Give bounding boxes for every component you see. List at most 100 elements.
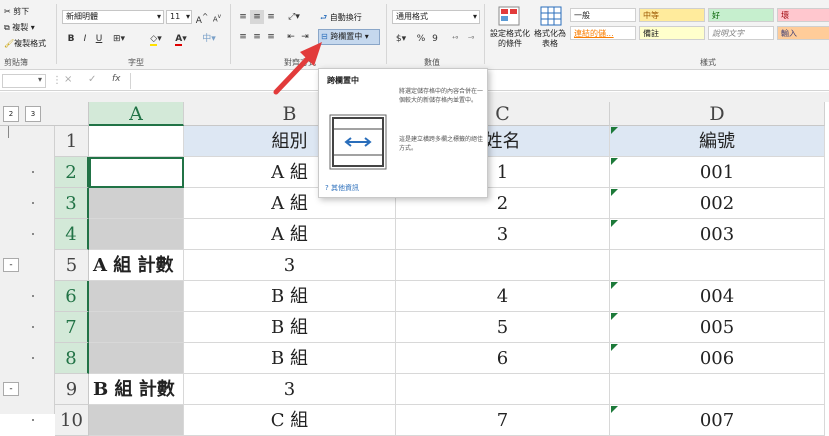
row-header[interactable]: 2 (55, 157, 89, 188)
number-format-dropdown[interactable]: 通用格式 ▾ (392, 10, 480, 24)
cell-d7[interactable]: 005 (610, 312, 825, 343)
cell-c5[interactable] (396, 250, 610, 281)
column-header[interactable]: A (89, 102, 184, 126)
cell-d9[interactable] (610, 374, 825, 405)
format-painter-button[interactable]: 🖌複製格式 (4, 38, 46, 49)
row-header[interactable]: 6 (55, 281, 89, 312)
percent-button[interactable]: % (414, 32, 428, 46)
cell-d10[interactable]: 007 (610, 405, 825, 436)
cell-d1[interactable]: 編號 (610, 126, 825, 157)
name-box[interactable]: ▾ (2, 74, 46, 88)
row-header[interactable]: 9 (55, 374, 89, 405)
cell-c6[interactable]: 4 (396, 281, 610, 312)
style-cell[interactable]: 連結的儲... (570, 26, 636, 40)
outline-pane (0, 92, 55, 414)
bold-button[interactable]: B (64, 32, 78, 46)
align-left-button[interactable]: ≡ (236, 30, 250, 44)
cell-a8[interactable] (89, 343, 184, 374)
decrease-font-button[interactable]: Av (210, 10, 224, 24)
style-cell[interactable]: 中等 (639, 8, 705, 22)
row-header[interactable]: 8 (55, 343, 89, 374)
cell-c8[interactable]: 6 (396, 343, 610, 374)
decrease-decimal-button[interactable]: ⁻⁰ (464, 32, 478, 46)
style-cell[interactable]: 輸入 (777, 26, 829, 40)
border-button[interactable]: ⊞▾ (108, 32, 130, 46)
wrap-text-button[interactable]: ⮐ 自動換行 (320, 12, 362, 26)
align-top-button[interactable]: ≡ (236, 10, 250, 24)
style-cell[interactable]: 備註 (639, 26, 705, 40)
style-cell[interactable]: 壞 (777, 8, 829, 22)
font-size-dropdown[interactable]: 11 ▾ (166, 10, 192, 24)
outline-dot (32, 357, 34, 359)
cut-button[interactable]: ✂ 剪下 (4, 6, 29, 17)
row-header[interactable]: 3 (55, 188, 89, 219)
increase-decimal-button[interactable]: ⁺⁰ (448, 32, 462, 46)
cell-b9[interactable]: 3 (184, 374, 396, 405)
align-bottom-button[interactable]: ≡ (264, 10, 278, 24)
cell-d4[interactable]: 003 (610, 219, 825, 250)
cancel-button[interactable]: × (64, 74, 72, 85)
row-header[interactable]: 5 (55, 250, 89, 281)
row-header[interactable]: 7 (55, 312, 89, 343)
font-name-dropdown[interactable]: 新細明體 ▾ (62, 10, 164, 24)
cell-d3[interactable]: 002 (610, 188, 825, 219)
cell-a2[interactable] (89, 157, 184, 188)
underline-button[interactable]: U (92, 32, 106, 46)
cell-a5[interactable]: A 組 計數 (89, 250, 184, 281)
cell-c4[interactable]: 3 (396, 219, 610, 250)
insert-function-button[interactable]: fx (112, 74, 121, 84)
cell-a10[interactable] (89, 405, 184, 436)
row-header[interactable]: 4 (55, 219, 89, 250)
cell-b6[interactable]: B 組 (184, 281, 396, 312)
align-center-icon: ≡ (253, 32, 261, 42)
cell-b5[interactable]: 3 (184, 250, 396, 281)
error-indicator-icon (611, 282, 618, 289)
cell-d2[interactable]: 001 (610, 157, 825, 188)
outline-level-button[interactable]: 3 (25, 106, 41, 122)
outline-dot (32, 202, 34, 204)
phonetic-button[interactable]: 中▾ (198, 32, 220, 46)
outline-collapse-button[interactable]: - (3, 258, 19, 272)
cell-b10[interactable]: C 組 (184, 405, 396, 436)
cell-c10[interactable]: 7 (396, 405, 610, 436)
more-info-link[interactable]: ? 其他資訊 (325, 183, 359, 193)
cell-b4[interactable]: A 組 (184, 219, 396, 250)
enter-button[interactable]: ✓ (88, 74, 96, 85)
cell-a6[interactable] (89, 281, 184, 312)
outline-collapse-button[interactable]: - (3, 382, 19, 396)
cell-a1[interactable] (89, 126, 184, 157)
style-cell[interactable]: 好 (708, 8, 774, 22)
copy-button[interactable]: ⧉ 複製 ▾ (4, 22, 35, 33)
orientation-button[interactable]: ⤢▾ (284, 10, 304, 24)
cell-b8[interactable]: B 組 (184, 343, 396, 374)
format-table-button[interactable]: 格式化為表格 (532, 29, 568, 49)
outline-level-button[interactable]: 2 (3, 106, 19, 122)
column-header[interactable]: D (610, 102, 825, 126)
chevron-down-icon: ▾ (37, 75, 42, 84)
cell-a7[interactable] (89, 312, 184, 343)
row-header[interactable]: 10 (55, 405, 89, 436)
cell-a3[interactable] (89, 188, 184, 219)
cell-d8[interactable]: 006 (610, 343, 825, 374)
cell-d6[interactable]: 004 (610, 281, 825, 312)
conditional-format-button[interactable]: 設定格式化的條件 (490, 29, 530, 49)
cell-c9[interactable] (396, 374, 610, 405)
style-cell[interactable]: 說明文字 (708, 26, 774, 40)
align-center-button[interactable]: ≡ (250, 30, 264, 44)
row-header[interactable]: 1 (55, 126, 89, 157)
align-middle-button[interactable]: ≡ (250, 10, 264, 24)
styles-group-label: 樣式 (700, 58, 716, 67)
fill-color-button[interactable]: ◇▾ (146, 32, 166, 46)
style-cell[interactable]: 一般 (570, 8, 636, 22)
currency-button[interactable]: $▾ (392, 32, 410, 46)
cell-b7[interactable]: B 組 (184, 312, 396, 343)
comma-button[interactable]: 9 (428, 32, 442, 46)
font-color-button[interactable]: A▾ (170, 32, 192, 46)
increase-font-button[interactable]: A^ (195, 10, 209, 26)
italic-button[interactable]: I (78, 32, 92, 46)
cell-c7[interactable]: 5 (396, 312, 610, 343)
cell-a9[interactable]: B 組 計數 (89, 374, 184, 405)
cell-a4[interactable] (89, 219, 184, 250)
brush-icon: 🖌 (4, 39, 15, 48)
cell-d5[interactable] (610, 250, 825, 281)
